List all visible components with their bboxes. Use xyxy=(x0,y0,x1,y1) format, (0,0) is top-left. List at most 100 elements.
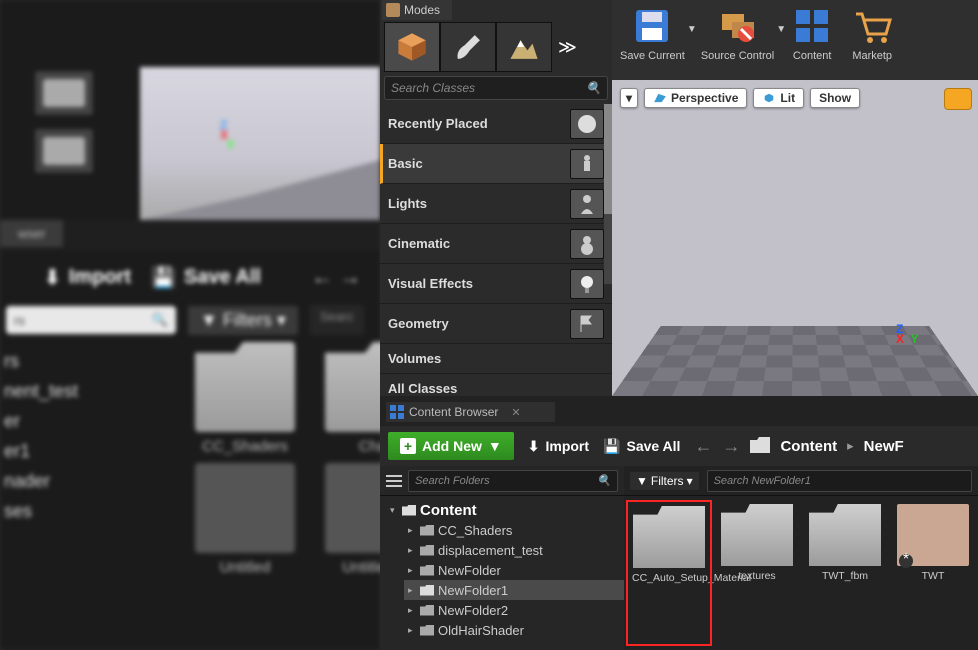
breadcrumb-content[interactable]: Content xyxy=(780,438,837,455)
tree-folder[interactable]: ▸NewFolder xyxy=(404,560,624,580)
tab-blur: wser xyxy=(0,220,63,247)
asset-item[interactable]: TWT xyxy=(894,504,972,642)
flag-icon xyxy=(575,312,599,336)
content-button[interactable]: Content xyxy=(782,0,842,80)
filter-icon: ▼ xyxy=(636,474,648,488)
modes-panel: Modes ≫ Search Classes 🔍 Recently Placed… xyxy=(380,0,612,396)
tree-folder[interactable]: ▸NewFolder2 xyxy=(404,600,624,620)
perspective-icon xyxy=(653,93,667,103)
plus-icon: + xyxy=(400,438,416,454)
lit-button[interactable]: Lit xyxy=(753,88,804,108)
search-classes-placeholder: Search Classes xyxy=(391,81,475,95)
filters-button[interactable]: ▼Filters▾ xyxy=(630,472,699,490)
main-toolbar: Save Current ▼ Source Control ▼ Content … xyxy=(612,0,978,80)
content-browser-toolbar: + Add New ▼ ⬇Import 💾Save All ← → Conten… xyxy=(380,426,978,466)
category-recently-placed[interactable]: Recently Placed xyxy=(380,104,612,144)
cart-icon xyxy=(850,4,894,48)
add-new-button[interactable]: + Add New ▼ xyxy=(388,432,514,460)
content-browser-tab[interactable]: Content Browser ✕ xyxy=(386,402,555,422)
tool-label: Source Control xyxy=(701,50,774,62)
landscape-mode-button[interactable] xyxy=(496,22,552,72)
blurred-background: ZX Y wser ⬇Import 💾Save All ← → rs🔍 ▼ Fi… xyxy=(0,0,380,650)
sources-panel: Search Folders 🔍 ▾Content ▸CC_Shaders ▸d… xyxy=(380,466,624,650)
cube-icon xyxy=(395,30,429,64)
tree-root-content[interactable]: ▾Content xyxy=(386,500,624,520)
mode-thumb xyxy=(34,70,94,116)
search-folders-input[interactable]: Search Folders 🔍 xyxy=(408,470,618,492)
grid-icon xyxy=(790,4,834,48)
category-visual-effects[interactable]: Visual Effects xyxy=(380,264,612,304)
nav-arrows-blur: ← → xyxy=(311,264,361,290)
tool-label: Save Current xyxy=(620,50,685,62)
cube-small-icon xyxy=(762,93,776,103)
perspective-button[interactable]: Perspective xyxy=(644,88,747,108)
tree-folder-selected[interactable]: ▸NewFolder1 xyxy=(404,580,624,600)
tree-folder[interactable]: ▸displacement_test xyxy=(404,540,624,560)
asset-folder[interactable]: TWT_fbm xyxy=(806,504,884,642)
tool-label: Content xyxy=(793,50,832,62)
category-lights[interactable]: Lights xyxy=(380,184,612,224)
tree-folder[interactable]: ▸OldHairShader xyxy=(404,620,624,640)
sources-menu-button[interactable] xyxy=(386,475,402,487)
place-mode-button[interactable] xyxy=(384,22,440,72)
chevron-down-icon: ▼ xyxy=(488,438,502,454)
breadcrumb-folder[interactable]: NewF xyxy=(864,438,904,455)
paint-mode-button[interactable] xyxy=(440,22,496,72)
tree-folder[interactable]: ▸CC_Shaders xyxy=(404,520,624,540)
close-icon[interactable]: ✕ xyxy=(511,406,520,419)
floppy-icon: 💾 xyxy=(603,438,620,455)
modes-tab[interactable]: Modes xyxy=(382,0,452,20)
viewport-maximize-button[interactable] xyxy=(944,88,972,110)
bulb-icon xyxy=(575,272,599,296)
axis-gizmo: ZX Y xyxy=(896,324,919,344)
import-button[interactable]: ⬇Import xyxy=(528,438,589,455)
search-classes-input[interactable]: Search Classes 🔍 xyxy=(384,76,608,100)
asset-view: ▼Filters▾ Search NewFolder1 CC_Auto_Setu… xyxy=(624,466,978,650)
searchbox-blur: Searc xyxy=(310,305,364,335)
breadcrumb-sep: ▸ xyxy=(847,438,854,454)
folder-icon[interactable] xyxy=(750,437,770,456)
source-control-button[interactable]: Source Control ▼ xyxy=(693,0,782,80)
show-button[interactable]: Show xyxy=(810,88,860,108)
content-browser-icon xyxy=(390,405,404,419)
viewport-blur xyxy=(140,67,380,220)
level-viewport[interactable]: ▾ Perspective Lit Show ZX Y xyxy=(612,80,978,396)
viewport-menu-button[interactable]: ▾ xyxy=(620,88,638,108)
nav-back-button[interactable]: ← xyxy=(694,436,712,457)
viewport-floor xyxy=(612,326,978,396)
import-button-blur: ⬇Import xyxy=(44,265,131,290)
filters-blur: ▼ Filters ▾ xyxy=(188,306,298,335)
marketplace-button[interactable]: Marketp xyxy=(842,0,902,80)
search-icon: 🔍 xyxy=(586,81,601,95)
mannequin-icon xyxy=(575,152,599,176)
saveall-button-blur: 💾Save All xyxy=(151,265,261,290)
asset-folder-highlighted[interactable]: CC_Auto_Setup_Material xyxy=(630,504,708,642)
pawn-icon xyxy=(575,192,599,216)
search-assets-input[interactable]: Search NewFolder1 xyxy=(707,470,972,492)
floppy-icon xyxy=(630,4,674,48)
nav-forward-button[interactable]: → xyxy=(722,436,740,457)
asset-folder[interactable]: textures xyxy=(718,504,796,642)
category-list: Recently Placed Basic Lights Cinematic V… xyxy=(380,104,612,404)
category-basic[interactable]: Basic xyxy=(380,144,612,184)
mode-overflow-button[interactable]: ≫ xyxy=(552,22,583,72)
tool-label: Marketp xyxy=(852,50,892,62)
sphere-icon xyxy=(575,112,599,136)
category-cinematic[interactable]: Cinematic xyxy=(380,224,612,264)
chevron-down-icon: ▾ xyxy=(687,474,693,488)
editor-panel: Modes ≫ Search Classes 🔍 Recently Placed… xyxy=(380,0,978,650)
category-volumes[interactable]: Volumes xyxy=(380,344,612,374)
mountain-icon xyxy=(507,30,541,64)
search-blur: rs🔍 xyxy=(6,306,176,334)
grid-item-blur: Untitled xyxy=(190,463,300,576)
save-all-button[interactable]: 💾Save All xyxy=(603,438,680,455)
modes-icon xyxy=(386,3,400,17)
search-icon: 🔍 xyxy=(597,474,611,487)
category-scrollbar[interactable] xyxy=(604,104,612,284)
tree-blur: rs nent_test erer1 nader ses xyxy=(0,342,190,526)
category-geometry[interactable]: Geometry xyxy=(380,304,612,344)
save-current-button[interactable]: Save Current ▼ xyxy=(612,0,693,80)
tab-label: Content Browser xyxy=(409,405,498,419)
folders-icon xyxy=(716,4,760,48)
brush-icon xyxy=(451,30,485,64)
